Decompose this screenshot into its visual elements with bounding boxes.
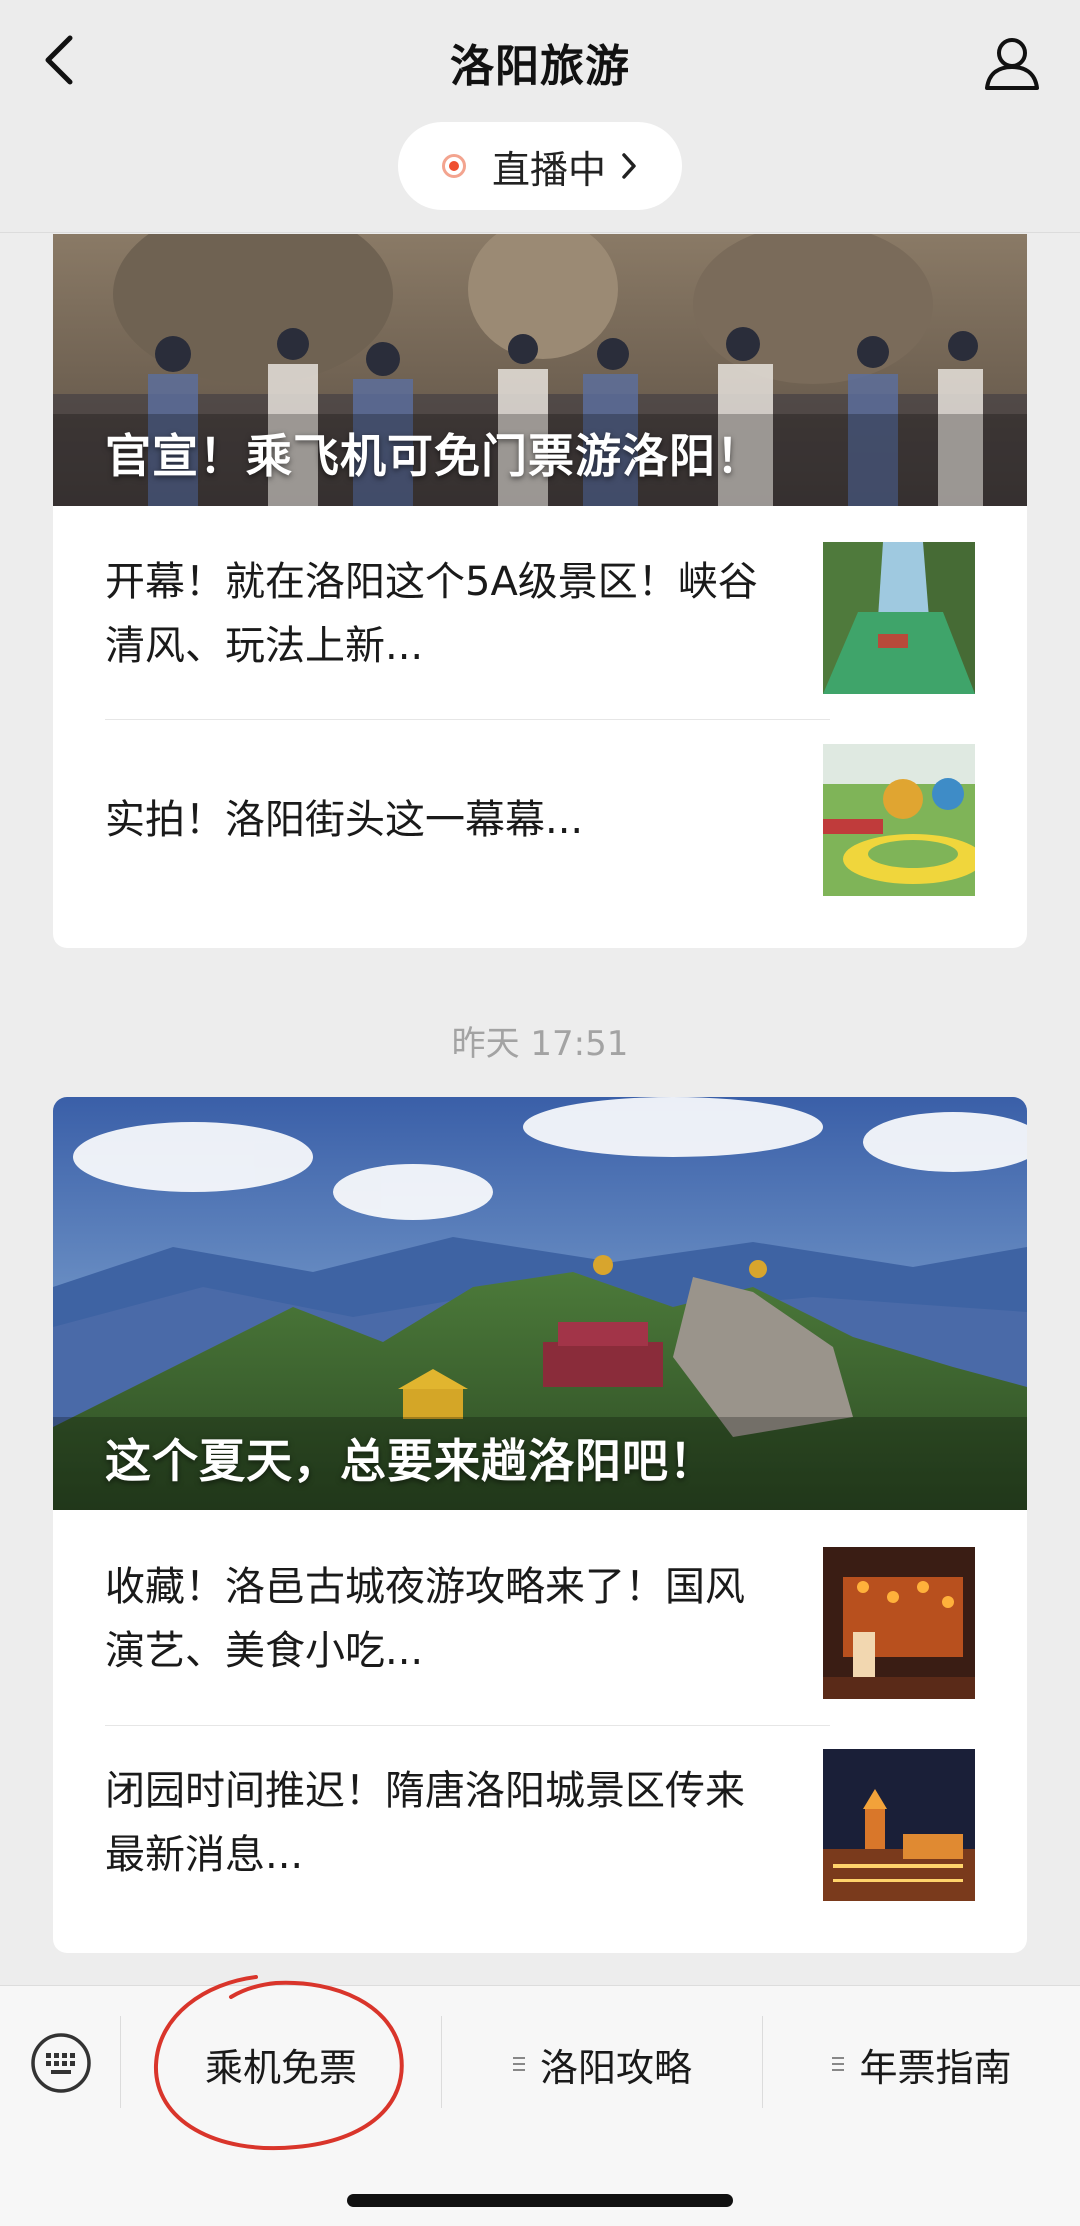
article-thumbnail <box>823 542 975 694</box>
live-dot-icon <box>441 154 466 178</box>
article-hero[interactable]: 官宣！乘飞机可免门票游洛阳！ <box>53 234 1027 506</box>
article-hero[interactable]: 这个夏天，总要来趟洛阳吧！ <box>53 1097 1027 1510</box>
timestamp: 昨天 17:51 <box>451 1024 629 1064</box>
menu-lines-icon <box>512 2057 525 2071</box>
divider <box>105 719 830 720</box>
hero-caption: 官宣！乘飞机可免门票游洛阳！ <box>105 429 763 483</box>
hero-caption: 这个夏天，总要来趟洛阳吧！ <box>105 1434 716 1488</box>
article-title: 开幕！就在洛阳这个5A级景区！峡谷清风、玩法上新... <box>105 559 758 669</box>
article-thumbnail <box>823 1749 975 1901</box>
keyboard-icon[interactable] <box>30 2032 92 2094</box>
list-item[interactable]: 闭园时间推迟！隋唐洛阳城景区传来最新消息... <box>105 1747 975 1947</box>
list-item[interactable]: 收藏！洛邑古城夜游攻略来了！国风演艺、美食小吃... <box>105 1545 975 1745</box>
divider <box>105 1725 830 1726</box>
chevron-right-icon <box>622 153 636 179</box>
page-title: 洛阳旅游 <box>450 41 630 92</box>
list-item[interactable]: 开幕！就在洛阳这个5A级景区！峡谷清风、玩法上新... <box>105 540 975 740</box>
home-indicator <box>347 2194 733 2207</box>
menu-item-annual-pass[interactable]: 年票指南 <box>763 2026 1080 2102</box>
menu-item-label: 乘机免票 <box>204 2045 357 2090</box>
profile-icon[interactable] <box>982 34 1042 92</box>
article-thumbnail <box>823 1547 975 1699</box>
menu-item-label: 洛阳攻略 <box>539 2045 692 2090</box>
menu-item-label: 年票指南 <box>859 2045 1012 2090</box>
live-label: 直播中 <box>491 147 606 192</box>
article-title: 收藏！洛邑古城夜游攻略来了！国风演艺、美食小吃... <box>105 1564 745 1674</box>
menu-item-guide[interactable]: 洛阳攻略 <box>442 2026 762 2102</box>
article-title: 实拍！洛阳街头这一幕幕... <box>105 797 584 843</box>
list-item[interactable]: 实拍！洛阳街头这一幕幕... <box>105 744 975 944</box>
article-thumbnail <box>823 744 975 896</box>
article-card: 官宣！乘飞机可免门票游洛阳！ 开幕！就在洛阳这个5A级景区！峡谷清风、玩法上新.… <box>53 234 1027 948</box>
menu-lines-icon <box>832 2057 845 2071</box>
bottom-menu-bar: 乘机免票 洛阳攻略 年票指南 <box>0 1985 1080 2226</box>
live-button[interactable]: 直播中 <box>398 122 682 210</box>
top-nav-bar: 洛阳旅游 直播中 <box>0 0 1080 233</box>
article-title: 闭园时间推迟！隋唐洛阳城景区传来最新消息... <box>105 1768 745 1878</box>
menu-item-free-ticket[interactable]: 乘机免票 <box>121 2026 441 2102</box>
article-card: 这个夏天，总要来趟洛阳吧！ 收藏！洛邑古城夜游攻略来了！国风演艺、美食小吃...… <box>53 1097 1027 1953</box>
